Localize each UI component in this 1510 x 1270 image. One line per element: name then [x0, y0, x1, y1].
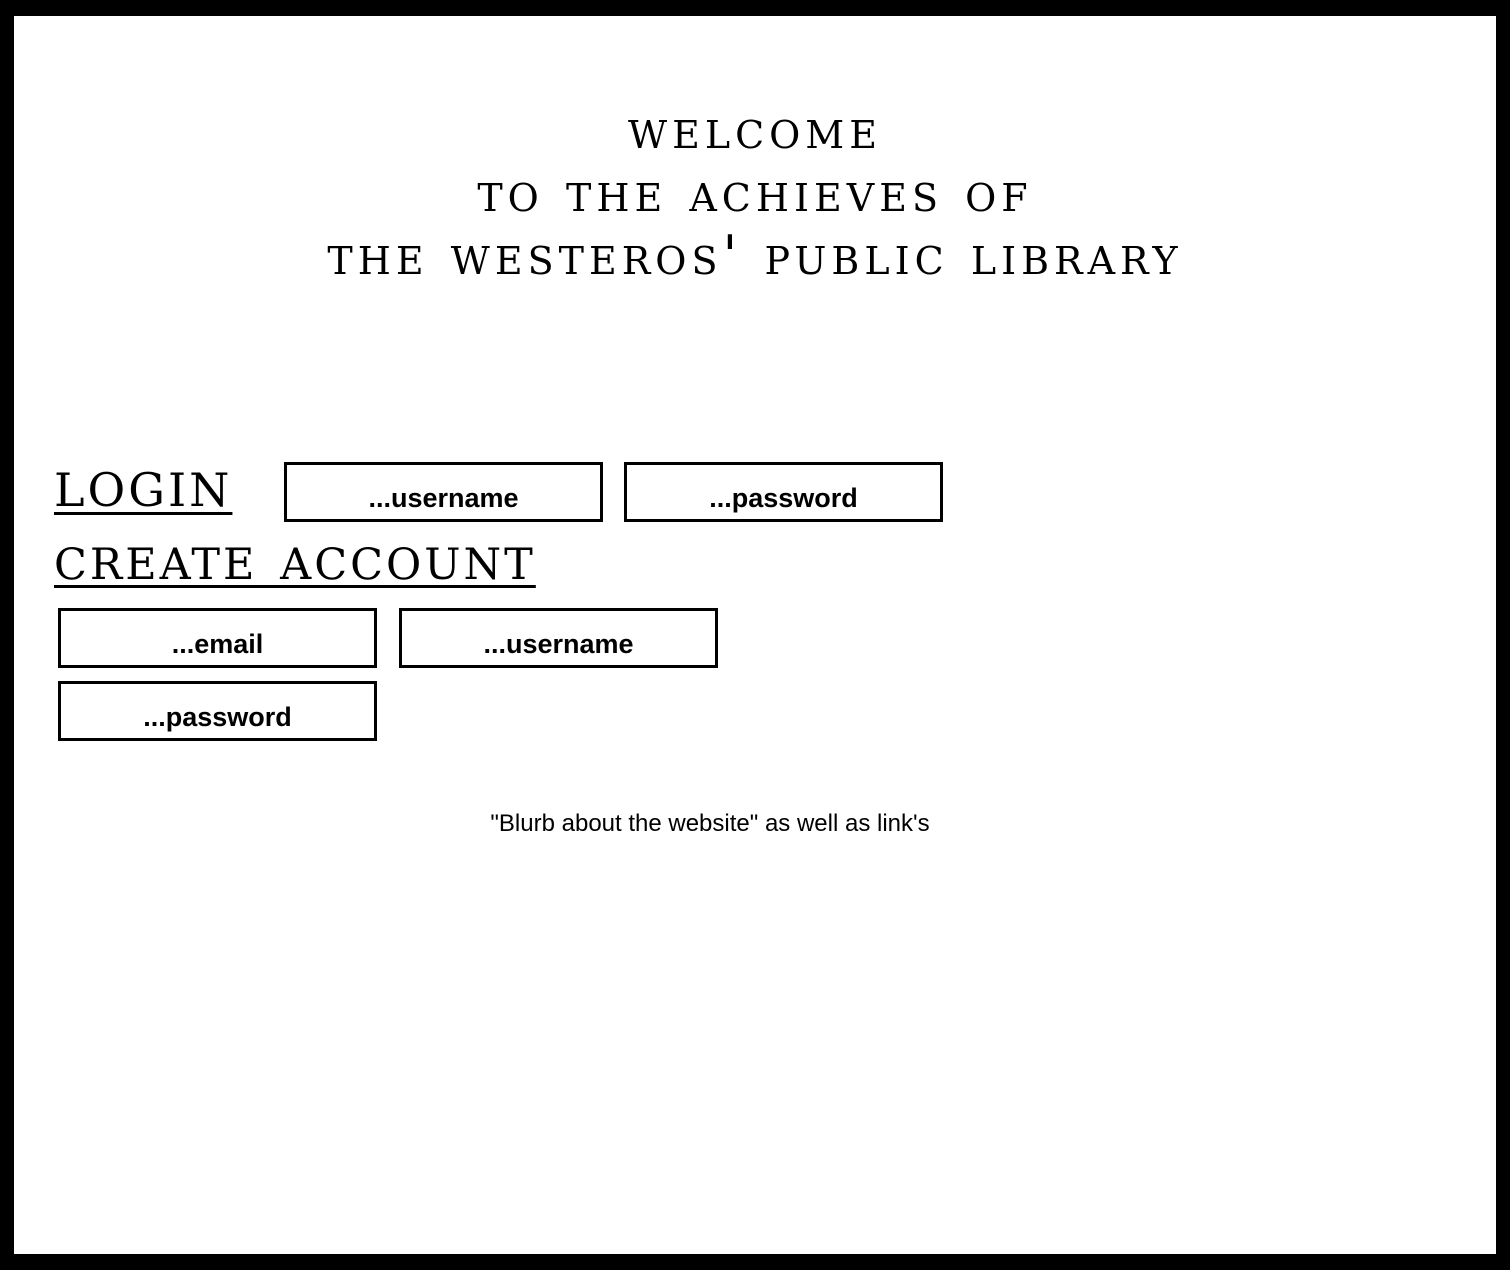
- signup-email-input[interactable]: [58, 608, 377, 668]
- title-line-achieves: to the Achieves of: [477, 161, 1033, 224]
- page-title: Welcome to the Achieves of The Westeros'…: [0, 98, 1510, 287]
- login-link[interactable]: Login: [54, 448, 232, 520]
- create-account-link[interactable]: Create Account: [54, 522, 536, 594]
- signup-password-input[interactable]: [58, 681, 377, 741]
- title-line-welcome: Welcome: [628, 98, 882, 161]
- website-blurb: "Blurb about the website" as well as lin…: [490, 810, 930, 837]
- signup-username-input[interactable]: [399, 608, 718, 668]
- login-password-input[interactable]: [624, 462, 943, 522]
- login-username-input[interactable]: [284, 462, 603, 522]
- title-line-library: The Westeros' Public Library: [327, 224, 1183, 287]
